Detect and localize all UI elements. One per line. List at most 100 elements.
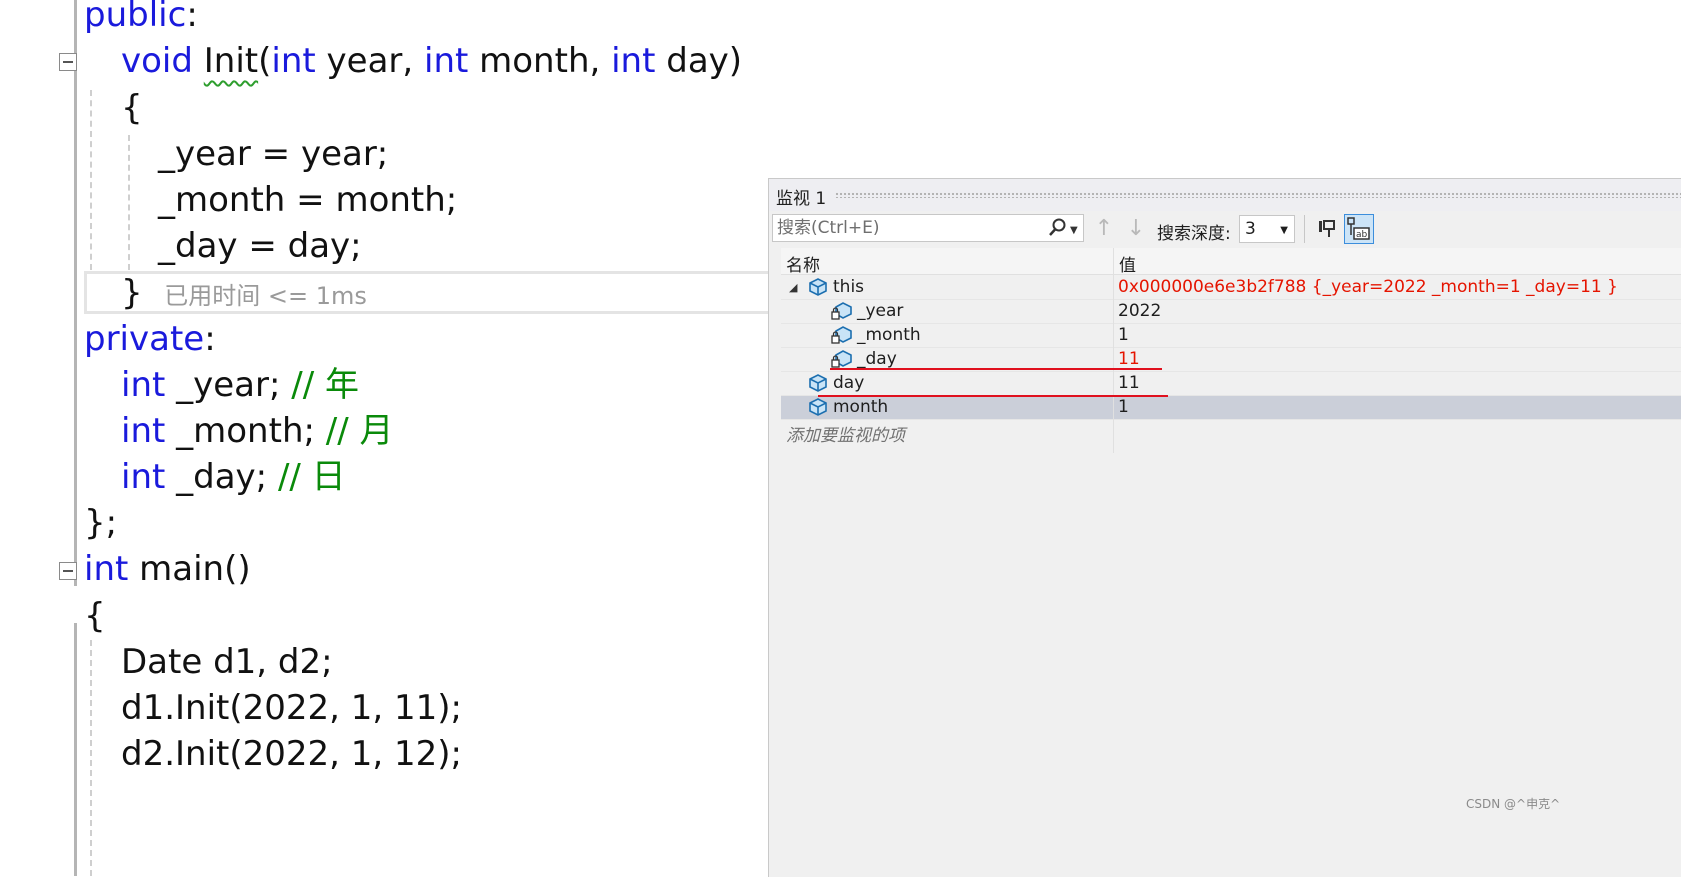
annotation-underline [830,368,1162,370]
private-field-icon [831,326,852,344]
variable-icon [809,374,827,392]
format-button[interactable]: ab [1344,214,1374,244]
watch-name: _year [857,301,904,321]
code-line-brace-open[interactable]: { [121,85,143,131]
object-icon [809,278,827,296]
keyword-int: int [611,41,656,81]
chevron-down-icon: ▼ [1280,225,1288,236]
watch-value[interactable]: 0x000000e6e3b2f788 {_year=2022 _month=1 … [1118,277,1618,297]
collapse-arrow-icon[interactable]: ◢ [789,281,797,294]
pin-icon [1319,220,1335,237]
keyword-int: int [121,457,166,497]
code-line-brace-close[interactable]: } 已用时间 <= 1ms [121,270,367,316]
code-line-assign-year[interactable]: _year = year; [158,131,388,177]
format-icon: ab [1347,217,1370,240]
keyword-int: int [84,549,129,589]
elapsed-time-hint: 已用时间 <= 1ms [164,282,367,310]
watermark: CSDN @^申克^ [1466,797,1561,811]
search-previous-icon[interactable]: ↑ [1093,217,1115,241]
column-header-name[interactable]: 名称 [786,251,820,276]
add-watch-hint[interactable]: 添加要监视的项 [786,421,905,446]
toolbar-separator [1304,215,1305,243]
function-name-main: main() [128,549,251,589]
code-line-private[interactable]: private: [84,316,216,362]
code-line-declare[interactable]: Date d1, d2; [121,639,333,685]
comment-year: // 年 [291,365,359,405]
param-month: month, [468,41,612,81]
search-box[interactable]: ▼ [772,214,1084,242]
code-line-call-d1[interactable]: d1.Init(2022, 1, 11); [121,685,462,731]
title-grip[interactable] [835,192,1681,198]
code-line-assign-day[interactable]: _day = day; [158,223,362,269]
code-line-main-signature[interactable]: int main() [84,546,251,592]
watch-title: 监视 1 [776,189,827,209]
code-line-class-end[interactable]: }; [84,500,117,546]
code-line-member-day[interactable]: int _day; // 日 [121,454,346,500]
member-year: _year; [165,365,292,405]
add-watch-row[interactable]: 添加要监视的项 [781,420,1681,446]
indent-guide [128,135,130,270]
watch-value[interactable]: 1 [1118,325,1129,345]
keyword-int: int [121,365,166,405]
variable-icon [809,398,827,416]
private-field-icon [831,350,852,368]
search-icon[interactable] [1047,217,1069,239]
code-line-call-d2[interactable]: d2.Init(2022, 1, 12); [121,731,462,777]
paren-open: ( [258,41,272,81]
collapse-icon[interactable] [59,562,77,580]
keyword-int: int [121,411,166,451]
keyword-public: public [84,0,187,35]
search-dropdown-icon[interactable]: ▼ [1070,225,1078,236]
watch-name: _month [857,325,921,345]
code-line-init-signature[interactable]: void Init(int year, int month, int day) [121,38,742,84]
watch-row-month[interactable]: month 1 [781,396,1681,420]
keyword-void: void [121,41,193,81]
watch-name: month [833,397,889,417]
param-year: year, [315,41,424,81]
code-line-public[interactable]: public: [84,0,198,38]
code-line-member-year[interactable]: int _year; // 年 [121,362,359,408]
watch-row-month-member[interactable]: _month 1 [781,324,1681,348]
collapse-icon[interactable] [59,53,77,71]
colon: : [186,0,198,35]
watch-name: day [833,373,865,393]
column-header-value[interactable]: 值 [1119,251,1136,276]
column-divider[interactable] [1113,248,1114,453]
keyword-int: int [271,41,316,81]
pin-button[interactable] [1312,214,1342,244]
keyword-private: private [84,319,205,359]
keyword-int: int [424,41,469,81]
watch-value[interactable]: 1 [1118,397,1129,417]
watch-window[interactable]: 监视 1 ▼ ↑ ↓ 搜索深度: 3 ▼ ab 名称 [768,178,1681,877]
member-day: _day; [165,457,278,497]
function-name-init: Init [203,41,259,81]
colon: : [204,319,216,359]
watch-row-year[interactable]: _year 2022 [781,300,1681,324]
watch-value[interactable]: 2022 [1118,301,1161,321]
member-month: _month; [165,411,326,451]
gutter-line [74,0,77,586]
indent-guide [90,640,92,876]
code-line-member-month[interactable]: int _month; // 月 [121,408,393,454]
watch-name: this [833,277,865,297]
watch-value[interactable]: 11 [1118,349,1140,369]
comment-day: // 日 [277,457,346,497]
search-next-icon[interactable]: ↓ [1125,217,1147,241]
search-depth-value: 3 [1245,219,1256,239]
watch-name: _day [857,349,897,369]
watch-row-day[interactable]: day 11 [781,372,1681,396]
comment-month: // 月 [325,411,394,451]
watch-row-this[interactable]: ◢ this 0x000000e6e3b2f788 {_year=2022 _m… [781,276,1681,300]
search-depth-select[interactable]: 3 ▼ [1239,215,1295,243]
search-input[interactable] [777,217,1037,239]
watch-value[interactable]: 11 [1118,373,1140,393]
watch-title-bar[interactable]: 监视 1 [769,179,1681,211]
svg-text:ab: ab [1356,230,1368,240]
private-field-icon [831,302,852,320]
code-line-main-brace[interactable]: { [84,593,106,639]
annotation-underline [818,395,1168,397]
gutter-line-main [74,623,77,876]
search-depth-label: 搜索深度: [1157,224,1231,244]
param-day: day) [655,41,743,81]
code-line-assign-month[interactable]: _month = month; [158,177,457,223]
